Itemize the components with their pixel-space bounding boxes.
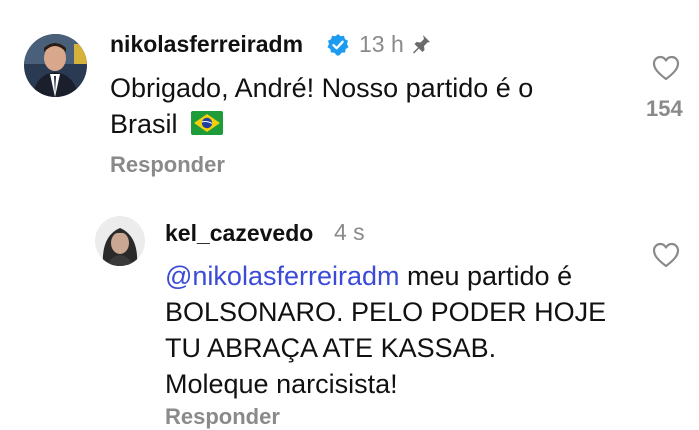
brazil-flag-icon (191, 108, 224, 144)
comment-text-line: TU ABRAÇA ATE KASSAB. (165, 333, 497, 363)
mention-link[interactable]: @nikolasferreiradm (165, 261, 399, 291)
comment-text-line: @nikolasferreiradm meu partido é (165, 258, 635, 294)
comment-text-line: BOLSONARO. PELO PODER HOJE (165, 297, 607, 327)
like-heart-icon[interactable] (652, 55, 680, 86)
verified-badge-icon (326, 33, 350, 62)
pin-icon (410, 33, 432, 60)
comment-username[interactable]: kel_cazevedo (165, 220, 313, 247)
reply-button[interactable]: Responder (110, 152, 225, 178)
comment-time: 13 h (359, 31, 404, 57)
comment-time: 4 s (334, 219, 365, 245)
avatar-nikolasferreiradm[interactable] (24, 34, 87, 97)
comment-text-line: Moleque narcisista! (165, 369, 398, 399)
comment-text: Obrigado, André! Nosso partido é o Brasi… (110, 70, 630, 144)
comment-text-line: Obrigado, André! Nosso partido é o (110, 73, 534, 103)
comment-username[interactable]: nikolasferreiradm (110, 31, 303, 58)
reply-button[interactable]: Responder (165, 404, 280, 430)
like-heart-icon[interactable] (652, 242, 680, 273)
comment-text: @nikolasferreiradm meu partido é BOLSONA… (165, 258, 635, 402)
avatar-kel_cazevedo[interactable] (95, 216, 145, 266)
comment-text-line: Brasil (110, 106, 630, 144)
comment-text-word: meu partido é (399, 261, 573, 291)
comment-text-word: Brasil (110, 109, 178, 139)
like-count: 154 (646, 96, 683, 121)
